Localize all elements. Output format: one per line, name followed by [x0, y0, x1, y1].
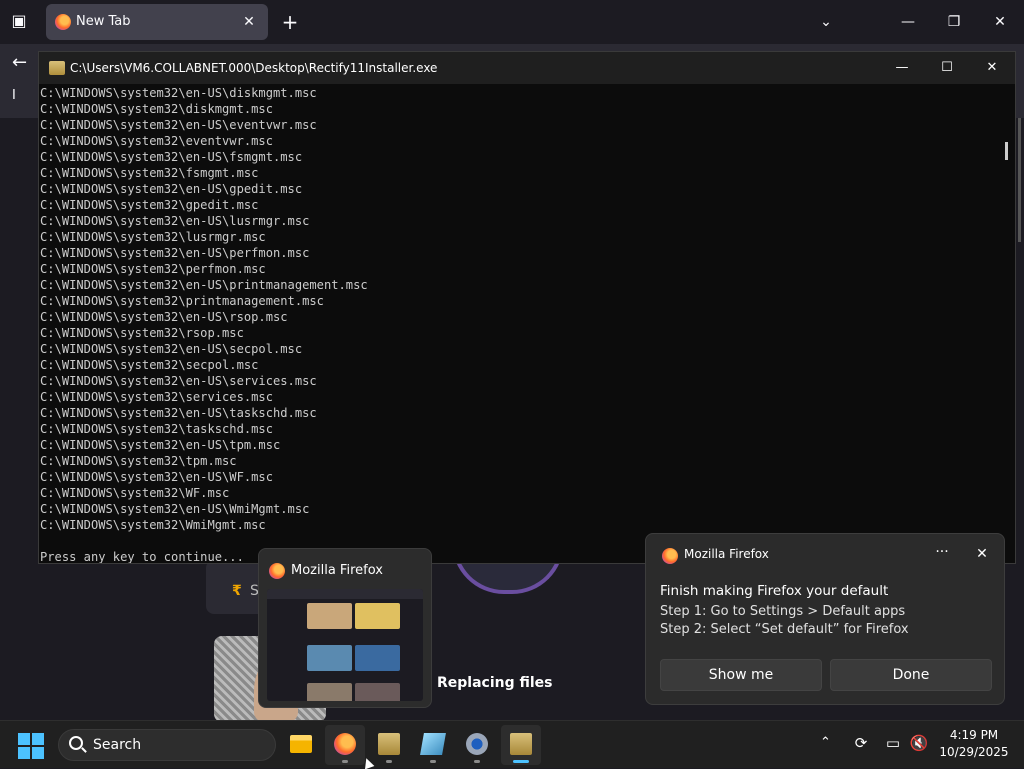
console-line: C:\WINDOWS\system32\en-US\fsmgmt.msc	[40, 150, 303, 164]
taskbar: Search ⌃ ⟳ ▭ 🔇 4:19 PM 10/29/2025	[0, 720, 1024, 768]
import-bookmarks-button[interactable]: I	[12, 88, 16, 103]
preview-title: Mozilla Firefox	[291, 563, 383, 578]
console-line: C:\WINDOWS\system32\lusrmgr.msc	[40, 230, 266, 244]
console-line: C:\WINDOWS\system32\gpedit.msc	[40, 198, 259, 212]
console-window: C:\Users\VM6.COLLABNET.000\Desktop\Recti…	[38, 51, 1016, 564]
firefox-view-icon[interactable]: ▣	[8, 10, 30, 32]
tab-new-tab[interactable]: New Tab ✕	[46, 4, 268, 40]
toast-heading: Finish making Firefox your default	[660, 583, 889, 599]
close-icon[interactable]: ✕	[970, 542, 994, 566]
console-title-bar[interactable]: C:\Users\VM6.COLLABNET.000\Desktop\Recti…	[39, 52, 1015, 84]
gear-icon	[466, 733, 488, 755]
clock[interactable]: 4:19 PM 10/29/2025	[934, 727, 1014, 761]
console-line: C:\WINDOWS\system32\en-US\perfmon.msc	[40, 246, 310, 260]
installer-icon	[49, 61, 65, 75]
page-scrollbar[interactable]	[1018, 118, 1021, 242]
console-title: C:\Users\VM6.COLLABNET.000\Desktop\Recti…	[70, 61, 438, 75]
toast-app-name: Mozilla Firefox	[684, 547, 769, 561]
console-output: C:\WINDOWS\system32\en-US\diskmgmt.msc C:…	[39, 84, 1001, 563]
console-line: C:\WINDOWS\system32\printmanagement.msc	[40, 294, 324, 308]
console-line: C:\WINDOWS\system32\en-US\WF.msc	[40, 470, 273, 484]
console-line: C:\WINDOWS\system32\en-US\diskmgmt.msc	[40, 86, 317, 100]
browser-maximize-button[interactable]: ❐	[934, 8, 974, 36]
more-options-icon[interactable]: ···	[930, 542, 954, 566]
browser-close-button[interactable]: ✕	[980, 8, 1020, 36]
package-icon	[378, 733, 400, 755]
taskbar-thumbnail-preview[interactable]: Mozilla Firefox	[258, 548, 432, 708]
browser-minimize-button[interactable]: —	[888, 8, 928, 36]
console-line: C:\WINDOWS\system32\secpol.msc	[40, 358, 259, 372]
preview-window-image	[267, 589, 423, 701]
tab-close-icon[interactable]: ✕	[238, 11, 260, 33]
rectify-taskbar-button[interactable]	[413, 725, 453, 765]
console-line: C:\WINDOWS\system32\en-US\eventvwr.msc	[40, 118, 317, 132]
active-indicator	[513, 760, 529, 763]
console-line: C:\WINDOWS\system32\en-US\secpol.msc	[40, 342, 303, 356]
console-line: C:\WINDOWS\system32\WF.msc	[40, 486, 230, 500]
start-button[interactable]	[18, 733, 44, 759]
console-line: C:\WINDOWS\system32\en-US\rsop.msc	[40, 310, 288, 324]
console-line: C:\WINDOWS\system32\WmiMgmt.msc	[40, 518, 266, 532]
firefox-taskbar-button[interactable]	[325, 725, 365, 765]
console-scrollbar[interactable]	[1001, 84, 1015, 563]
firefox-icon	[334, 733, 356, 755]
running-indicator	[430, 760, 436, 763]
installer-status-text: Replacing files	[437, 675, 553, 691]
tab-title: New Tab	[76, 14, 131, 29]
toast-step-2: Step 2: Select “Set default” for Firefox	[660, 622, 909, 637]
running-indicator	[474, 760, 480, 763]
console-line: C:\WINDOWS\system32\en-US\gpedit.msc	[40, 182, 303, 196]
notification-toast[interactable]: Mozilla Firefox ··· ✕ Finish making Fire…	[645, 533, 1005, 705]
new-tab-button[interactable]: +	[278, 8, 302, 36]
search-icon	[69, 736, 83, 750]
console-line: C:\WINDOWS\system32\taskschd.msc	[40, 422, 273, 436]
running-indicator	[342, 760, 348, 763]
volume-muted-icon[interactable]: 🔇	[909, 733, 929, 753]
folder-icon	[290, 735, 312, 753]
console-line: C:\WINDOWS\system32\rsop.msc	[40, 326, 244, 340]
firefox-icon	[269, 563, 285, 579]
console-line: C:\WINDOWS\system32\perfmon.msc	[40, 262, 266, 276]
file-explorer-button[interactable]	[281, 725, 321, 765]
console-maximize-button[interactable]: ☐	[924, 52, 970, 84]
console-line: C:\WINDOWS\system32\fsmgmt.msc	[40, 166, 259, 180]
toast-step-1: Step 1: Go to Settings > Default apps	[660, 604, 906, 619]
display-icon[interactable]: ▭	[883, 733, 903, 753]
console-line: C:\WINDOWS\system32\en-US\WmiMgmt.msc	[40, 502, 310, 516]
clock-time: 4:19 PM	[949, 728, 999, 742]
app-cube-icon	[420, 733, 446, 755]
installer-taskbar-button[interactable]	[369, 725, 409, 765]
console-close-button[interactable]: ✕	[969, 52, 1015, 84]
sync-icon[interactable]: ⟳	[851, 733, 871, 753]
firefox-icon	[55, 14, 71, 30]
done-button[interactable]: Done	[830, 659, 992, 691]
back-button[interactable]: ←	[12, 52, 27, 73]
package-icon	[510, 733, 532, 755]
shortcut-icon: ₹	[232, 583, 242, 599]
console-taskbar-button[interactable]	[501, 725, 541, 765]
console-output-area[interactable]: C:\WINDOWS\system32\en-US\diskmgmt.msc C:…	[39, 84, 1001, 563]
console-line: C:\WINDOWS\system32\en-US\tpm.msc	[40, 438, 281, 452]
show-me-button[interactable]: Show me	[660, 659, 822, 691]
console-line: C:\WINDOWS\system32\en-US\lusrmgr.msc	[40, 214, 310, 228]
firefox-icon	[662, 548, 678, 564]
console-minimize-button[interactable]: —	[879, 52, 925, 84]
list-all-tabs-button[interactable]: ⌄	[814, 8, 838, 36]
console-line: C:\WINDOWS\system32\services.msc	[40, 390, 273, 404]
browser-tab-bar: ▣ New Tab ✕ + ⌄ — ❐ ✕	[0, 0, 1024, 44]
running-indicator	[386, 760, 392, 763]
clock-date: 10/29/2025	[939, 745, 1009, 759]
search-label: Search	[93, 737, 142, 753]
console-line: C:\WINDOWS\system32\en-US\printmanagemen…	[40, 278, 368, 292]
console-scroll-thumb[interactable]	[1005, 142, 1008, 160]
console-line: C:\WINDOWS\system32\en-US\services.msc	[40, 374, 317, 388]
settings-taskbar-button[interactable]	[457, 725, 497, 765]
console-line: C:\WINDOWS\system32\diskmgmt.msc	[40, 102, 273, 116]
show-hidden-icons-button[interactable]: ⌃	[820, 735, 831, 750]
console-line: C:\WINDOWS\system32\eventvwr.msc	[40, 134, 273, 148]
console-line: C:\WINDOWS\system32\tpm.msc	[40, 454, 237, 468]
console-line: C:\WINDOWS\system32\en-US\taskschd.msc	[40, 406, 317, 420]
taskbar-search[interactable]: Search	[58, 729, 276, 761]
